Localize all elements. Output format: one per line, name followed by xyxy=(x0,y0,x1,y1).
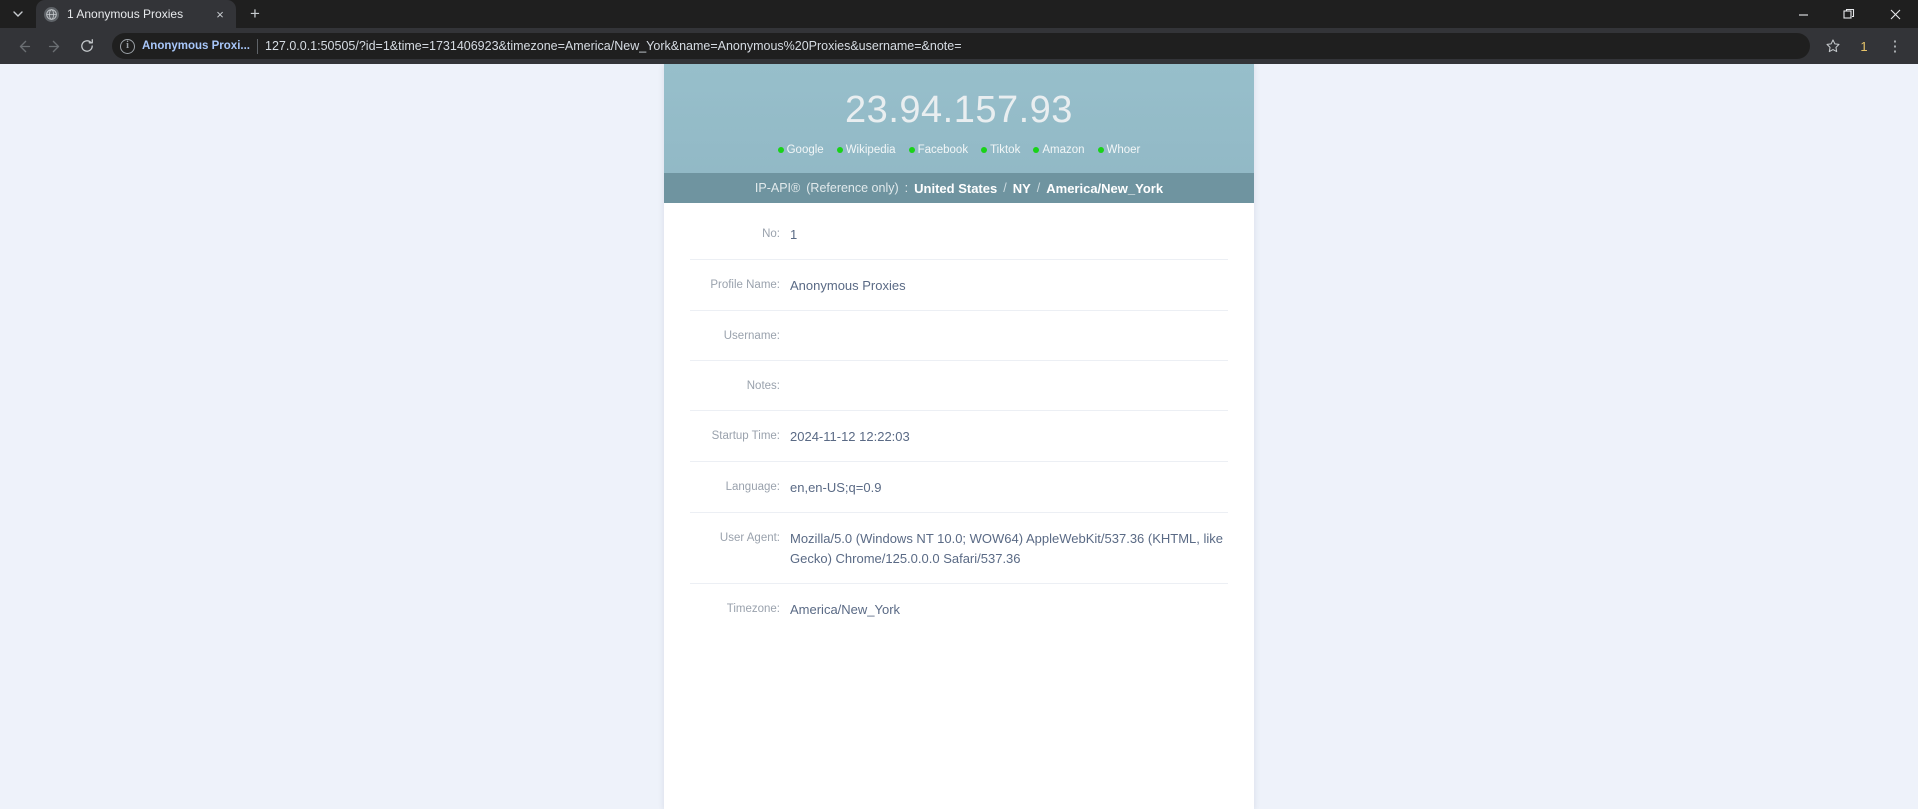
status-dot-icon xyxy=(836,146,843,153)
omnibox-divider xyxy=(257,38,258,54)
window-controls xyxy=(1780,0,1918,28)
menu-icon[interactable]: ⋮ xyxy=(1880,31,1910,61)
quick-link-amazon[interactable]: Amazon xyxy=(1033,143,1085,156)
tab-strip: 1 Anonymous Proxies × + xyxy=(0,0,1918,28)
minimize-icon[interactable] xyxy=(1780,0,1826,28)
profile-badge[interactable]: 1 xyxy=(1850,32,1878,60)
maximize-icon[interactable] xyxy=(1826,0,1872,28)
geo-timezone: America/New_York xyxy=(1046,180,1164,196)
field-row-timezone: Timezone: America/New_York xyxy=(690,584,1228,634)
profile-card: 23.94.157.93 Google Wikipedia Facebook T… xyxy=(664,64,1254,809)
ip-address: 23.94.157.93 xyxy=(845,89,1073,131)
status-dot-icon xyxy=(981,146,988,153)
tab-search-button[interactable] xyxy=(4,3,32,25)
globe-icon xyxy=(44,6,59,22)
browser-tab[interactable]: 1 Anonymous Proxies × xyxy=(36,0,236,28)
field-label: Username: xyxy=(723,330,780,342)
quick-link-label: Amazon xyxy=(1042,143,1085,156)
tab-title: 1 Anonymous Proxies xyxy=(67,7,184,21)
back-icon[interactable] xyxy=(8,31,38,61)
field-value[interactable]: Anonymous Proxies xyxy=(790,260,1228,310)
field-row-language: Language: en,en-US;q=0.9 xyxy=(690,462,1228,513)
quick-link-google[interactable]: Google xyxy=(777,143,824,156)
browser-window: 1 Anonymous Proxies × + i Anonymous Prox… xyxy=(0,0,1918,809)
forward-icon[interactable] xyxy=(40,31,70,61)
field-label: No: xyxy=(762,228,780,240)
ip-hero-banner: 23.94.157.93 Google Wikipedia Facebook T… xyxy=(664,64,1254,173)
field-row-notes: Notes: xyxy=(690,361,1228,411)
new-tab-button[interactable]: + xyxy=(242,1,268,27)
field-label: Language: xyxy=(725,481,780,493)
quick-link-whoer[interactable]: Whoer xyxy=(1097,143,1141,156)
site-chip-label: Anonymous Proxi... xyxy=(142,40,250,52)
close-window-icon[interactable] xyxy=(1872,0,1918,28)
geo-source-label: IP-API® xyxy=(754,181,801,195)
toolbar-right: 1 ⋮ xyxy=(1818,31,1910,61)
field-value[interactable] xyxy=(790,361,1228,395)
quick-link-tiktok[interactable]: Tiktok xyxy=(981,144,1020,156)
field-label: Startup Time: xyxy=(711,430,780,442)
quick-link-label: Wikipedia xyxy=(845,143,896,156)
bookmark-star-icon[interactable] xyxy=(1818,31,1848,61)
reload-icon[interactable] xyxy=(72,31,102,61)
quick-link-facebook[interactable]: Facebook xyxy=(908,143,969,156)
field-row-username: Username: xyxy=(690,311,1228,361)
geo-separator: / xyxy=(1036,181,1041,195)
field-value[interactable]: America/New_York xyxy=(790,584,1228,634)
quick-link-label: Tiktok xyxy=(990,143,1021,156)
field-label: Notes: xyxy=(746,380,780,392)
status-dot-icon xyxy=(1033,146,1040,153)
field-value[interactable]: Mozilla/5.0 (Windows NT 10.0; WOW64) App… xyxy=(790,513,1228,583)
field-row-startup-time: Startup Time: 2024-11-12 12:22:03 xyxy=(690,411,1228,462)
quick-link-label: Whoer xyxy=(1106,143,1141,156)
field-value[interactable]: 2024-11-12 12:22:03 xyxy=(790,411,1228,461)
status-dot-icon xyxy=(777,146,784,153)
field-value[interactable]: 1 xyxy=(790,209,1228,259)
field-label: User Agent: xyxy=(719,532,780,544)
geo-info-bar: IP-API® (Reference only) : United States… xyxy=(664,173,1254,203)
site-info-icon[interactable]: i xyxy=(120,38,135,54)
field-label: Profile Name: xyxy=(710,279,780,291)
geo-region: NY xyxy=(1012,180,1031,196)
field-row-user-agent: User Agent: Mozilla/5.0 (Windows NT 10.0… xyxy=(690,513,1228,584)
geo-note-label: (Reference only) xyxy=(806,181,899,195)
browser-toolbar: i Anonymous Proxi... 127.0.0.1:50505/?id… xyxy=(0,28,1918,64)
field-row-no: No: 1 xyxy=(690,209,1228,260)
quick-links: Google Wikipedia Facebook Tiktok Amazon … xyxy=(664,144,1254,156)
page-viewport: 23.94.157.93 Google Wikipedia Facebook T… xyxy=(0,64,1918,809)
geo-separator: / xyxy=(1003,181,1007,195)
close-icon[interactable]: × xyxy=(212,6,228,22)
field-label: Timezone: xyxy=(726,603,780,615)
field-row-profile-name: Profile Name: Anonymous Proxies xyxy=(690,260,1228,311)
geo-colon: : xyxy=(904,181,909,195)
quick-link-label: Facebook xyxy=(917,143,969,156)
profile-details-form: No: 1 Profile Name: Anonymous Proxies Us… xyxy=(664,203,1254,634)
quick-link-wikipedia[interactable]: Wikipedia xyxy=(836,143,896,156)
status-dot-icon xyxy=(1097,146,1104,153)
field-value[interactable]: en,en-US;q=0.9 xyxy=(790,462,1228,512)
status-dot-icon xyxy=(908,146,915,153)
address-bar[interactable]: i Anonymous Proxi... 127.0.0.1:50505/?id… xyxy=(112,33,1810,59)
geo-country: United States xyxy=(914,180,998,196)
quick-link-label: Google xyxy=(786,143,824,156)
url-text[interactable]: 127.0.0.1:50505/?id=1&time=1731406923&ti… xyxy=(265,39,1800,53)
field-value[interactable] xyxy=(790,311,1228,345)
